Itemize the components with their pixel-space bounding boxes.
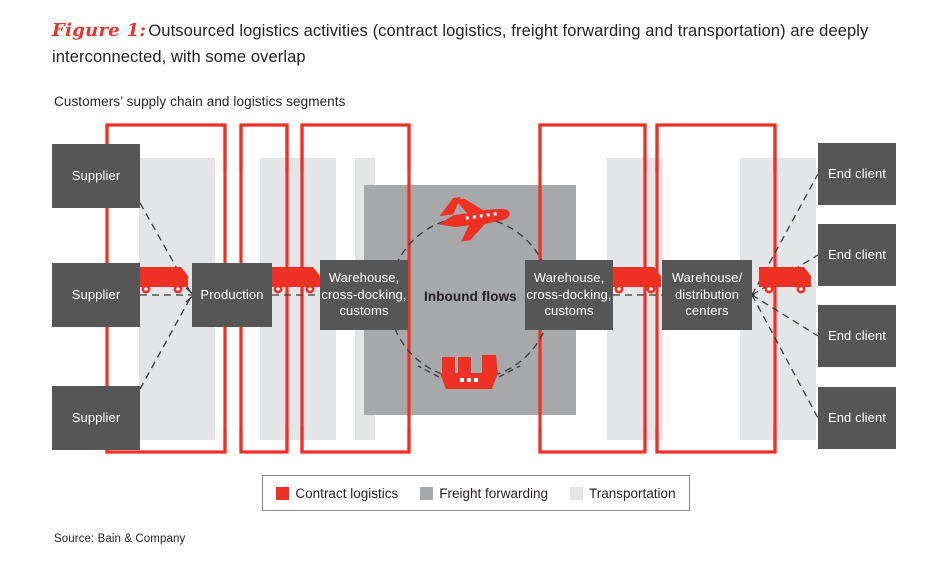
node-label-line-3: customs bbox=[339, 303, 389, 319]
legend-swatch-transportation bbox=[570, 486, 584, 500]
legend-item-transportation[interactable]: Transportation bbox=[570, 486, 676, 501]
node-label-line-1: Warehouse, bbox=[533, 270, 605, 286]
node-supplier-3[interactable]: Supplier bbox=[52, 386, 140, 450]
node-label: End client bbox=[827, 409, 887, 425]
node-label-line-2: distribution bbox=[674, 286, 740, 302]
node-label: Supplier bbox=[71, 167, 121, 183]
node-production[interactable]: Production bbox=[192, 263, 272, 327]
legend-swatch-freight-forwarding bbox=[420, 486, 434, 500]
legend-label: Freight forwarding bbox=[439, 485, 549, 501]
node-label-line-1: Warehouse, bbox=[328, 270, 400, 286]
legend-item-contract-logistics[interactable]: Contract logistics bbox=[276, 486, 398, 501]
node-label: Production bbox=[200, 286, 264, 302]
node-label-line-2: cross-docking, bbox=[321, 286, 407, 302]
legend-label: Contract logistics bbox=[295, 485, 399, 501]
legend: Contract logistics Freight forwarding Tr… bbox=[262, 475, 690, 511]
node-supplier-2[interactable]: Supplier bbox=[52, 263, 140, 327]
node-warehouse-right[interactable]: Warehouse, cross-docking, customs bbox=[525, 260, 613, 330]
node-label: End client bbox=[827, 246, 887, 262]
node-label: End client bbox=[827, 327, 887, 343]
legend-label: Transportation bbox=[589, 485, 676, 501]
transportation-band-4 bbox=[607, 158, 663, 440]
node-label: End client bbox=[827, 165, 887, 181]
legend-swatch-contract-logistics bbox=[276, 486, 290, 500]
node-label-line-1: Warehouse/ bbox=[671, 270, 743, 286]
node-end-client-1[interactable]: End client bbox=[818, 143, 896, 205]
inbound-flows-label: Inbound flows bbox=[424, 289, 517, 304]
node-end-client-2[interactable]: End client bbox=[818, 224, 896, 286]
node-label: Supplier bbox=[71, 409, 121, 425]
node-distribution-centers[interactable]: Warehouse/ distribution centers bbox=[662, 260, 752, 330]
node-label-line-3: centers bbox=[685, 303, 729, 319]
node-label-line-3: customs bbox=[544, 303, 594, 319]
node-label-line-2: cross-docking, bbox=[526, 286, 612, 302]
node-warehouse-left[interactable]: Warehouse, cross-docking, customs bbox=[320, 260, 408, 330]
node-end-client-4[interactable]: End client bbox=[818, 387, 896, 449]
source-note: Source: Bain & Company bbox=[54, 533, 186, 545]
node-label: Supplier bbox=[71, 286, 121, 302]
legend-item-freight-forwarding[interactable]: Freight forwarding bbox=[420, 486, 548, 501]
node-end-client-3[interactable]: End client bbox=[818, 305, 896, 367]
node-supplier-1[interactable]: Supplier bbox=[52, 144, 140, 208]
